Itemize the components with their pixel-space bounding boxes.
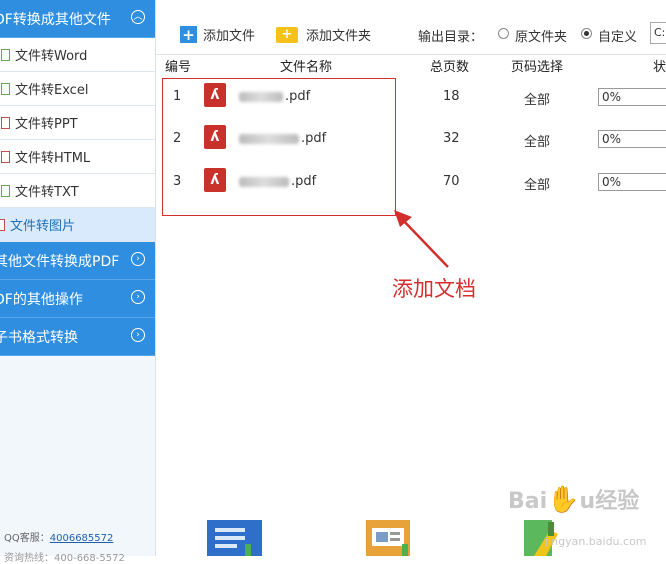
section-ebook-convert[interactable]: 子书格式转换 › xyxy=(0,318,155,356)
section-label: DF转换成其他文件 xyxy=(0,11,111,28)
sidebar-item-txt[interactable]: 文件转TXT xyxy=(0,174,155,208)
radio-original-label: 原文件夹 xyxy=(515,30,568,45)
file-icon xyxy=(1,48,10,61)
sidebar-item-word[interactable]: 文件转Word xyxy=(0,38,155,72)
annotation-text: 添加文档 xyxy=(392,277,476,301)
radio-custom[interactable] xyxy=(581,28,592,39)
phone-hotline: 资询热线：400-668-5572 xyxy=(4,553,125,564)
plus-icon: + xyxy=(180,26,197,44)
radio-original-folder[interactable] xyxy=(498,28,509,39)
radio-custom-label: 自定义 xyxy=(598,30,638,45)
add-file-label: 添加文件 xyxy=(203,29,256,44)
sidebar-item-label: 文件转TXT xyxy=(15,185,79,200)
chevron-up-icon: ︿ xyxy=(131,10,145,24)
annotation-arrow-icon xyxy=(394,210,449,268)
watermark-url: jingyan.baidu.com xyxy=(545,535,647,548)
qq-number-link[interactable]: 4006685572 xyxy=(50,533,114,544)
sidebar-item-label: 文件转图片 xyxy=(10,219,76,234)
col-header-status: 状 xyxy=(653,60,666,75)
qq-support: QQ客服：4006685572 xyxy=(4,529,113,544)
sidebar-item-image[interactable]: 文件转图片 xyxy=(0,208,155,242)
sidebar-item-label: 文件转HTML xyxy=(15,151,91,166)
sidebar-item-ppt[interactable]: 文件转PPT xyxy=(0,106,155,140)
chevron-right-icon: › xyxy=(131,252,145,266)
section-label: 子书格式转换 xyxy=(0,329,78,346)
chevron-right-icon: › xyxy=(131,328,145,342)
page-count: 18 xyxy=(443,89,460,104)
progress-field: 0% xyxy=(598,173,666,191)
image-file-icon xyxy=(0,218,5,231)
chevron-right-icon: › xyxy=(131,290,145,304)
col-header-pages: 总页数 xyxy=(430,60,470,75)
file-icon xyxy=(1,150,10,163)
add-folder-button[interactable]: + 添加文件夹 xyxy=(276,25,371,44)
output-path-input[interactable]: C: xyxy=(650,22,666,44)
file-icon xyxy=(1,116,10,129)
col-header-num: 编号 xyxy=(165,60,192,75)
file-icon xyxy=(1,82,10,95)
col-header-name: 文件名称 xyxy=(280,60,333,75)
page-range[interactable]: 全部 xyxy=(524,131,550,150)
section-pdf-to-other[interactable]: DF转换成其他文件 ︿ xyxy=(0,0,155,38)
folder-plus-icon: + xyxy=(276,26,298,43)
page-count: 70 xyxy=(443,174,460,189)
progress-field: 0% xyxy=(598,130,666,148)
page-range[interactable]: 全部 xyxy=(524,89,550,108)
qq-label: QQ客服： xyxy=(4,533,50,544)
sidebar: DF转换成其他文件 ︿ 文件转Word 文件转Excel 文件转PPT 文件转H… xyxy=(0,0,156,564)
section-other-to-pdf[interactable]: 其他文件转换成PDF › xyxy=(0,242,155,280)
output-dir-label: 输出目录： xyxy=(418,30,484,45)
add-file-button[interactable]: + 添加文件 xyxy=(180,25,255,44)
highlight-box xyxy=(162,78,396,216)
sidebar-item-label: 文件转Excel xyxy=(15,83,89,98)
page-count: 32 xyxy=(443,131,460,146)
sidebar-item-label: 文件转PPT xyxy=(15,117,78,132)
watermark-logo: Bai✋u经验 xyxy=(508,485,640,515)
file-icon xyxy=(1,184,10,197)
toolbar: + 添加文件 + 添加文件夹 输出目录： 原文件夹 自定义 C: xyxy=(156,16,666,55)
convert-document-icon[interactable] xyxy=(207,518,262,560)
add-folder-label: 添加文件夹 xyxy=(306,29,372,44)
col-header-range: 页码选择 xyxy=(511,60,564,75)
page-range[interactable]: 全部 xyxy=(524,174,550,193)
sidebar-item-label: 文件转Word xyxy=(15,49,88,64)
section-label: DF的其他操作 xyxy=(0,291,83,308)
section-pdf-other-ops[interactable]: DF的其他操作 › xyxy=(0,280,155,318)
progress-field: 0% xyxy=(598,88,666,106)
section-label: 其他文件转换成PDF xyxy=(0,253,120,270)
sidebar-item-excel[interactable]: 文件转Excel xyxy=(0,72,155,106)
open-folder-icon[interactable] xyxy=(366,518,421,560)
sidebar-item-html[interactable]: 文件转HTML xyxy=(0,140,155,174)
